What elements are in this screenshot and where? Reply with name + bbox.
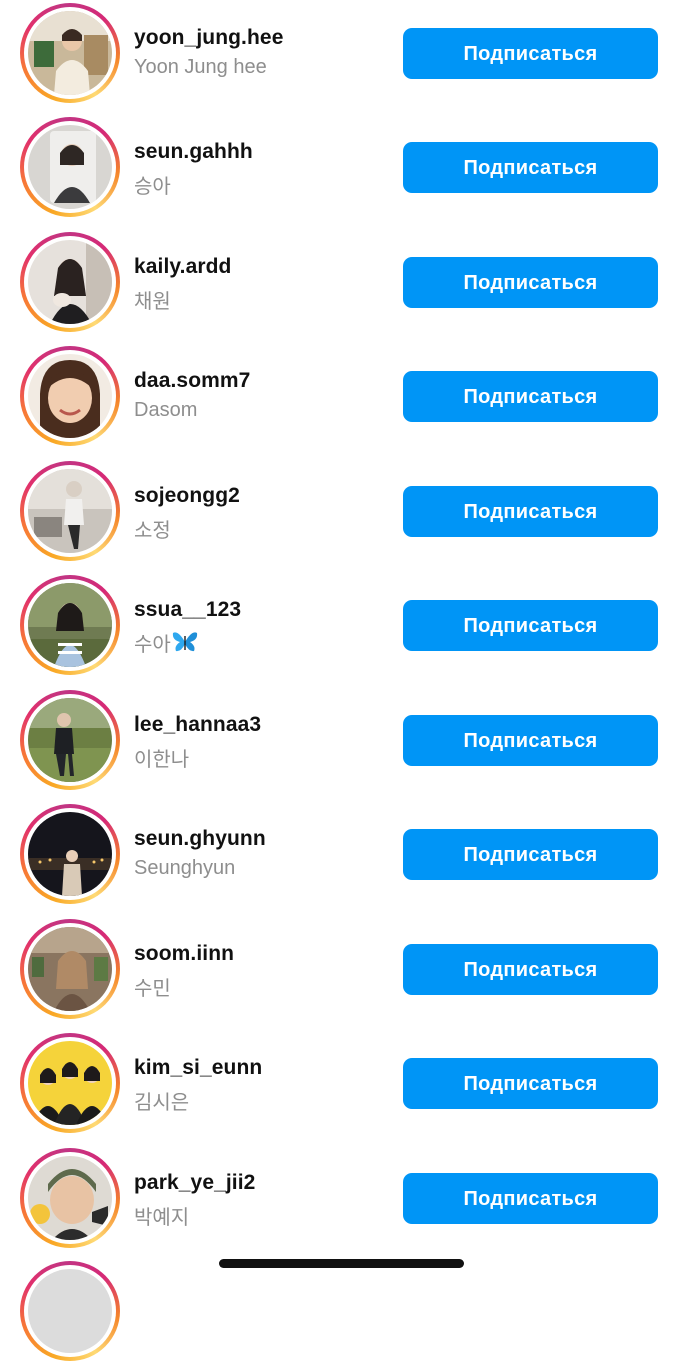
list-item[interactable]: seun.ghyunn Seunghyun Подписаться — [0, 801, 683, 915]
avatar[interactable] — [28, 354, 112, 438]
username[interactable]: yoon_jung.hee — [134, 26, 283, 50]
follow-button[interactable]: Подписаться — [403, 371, 658, 422]
follow-button[interactable]: Подписаться — [403, 1058, 658, 1109]
avatar[interactable] — [28, 583, 112, 667]
avatar[interactable] — [28, 1041, 112, 1125]
full-name: 소정 — [134, 520, 171, 542]
username[interactable]: soom.iinn — [134, 942, 234, 966]
full-name: 이한나 — [134, 749, 190, 771]
avatar[interactable] — [28, 1156, 112, 1240]
avatar[interactable] — [28, 698, 112, 782]
follow-button[interactable]: Подписаться — [403, 944, 658, 995]
list-item[interactable]: yoon_jung.hee Yoon Jung hee Подписаться — [0, 0, 683, 114]
username[interactable]: daa.somm7 — [134, 369, 250, 393]
avatar[interactable] — [28, 240, 112, 324]
avatar[interactable] — [28, 927, 112, 1011]
follow-button[interactable]: Подписаться — [403, 142, 658, 193]
story-ring[interactable] — [20, 3, 120, 103]
home-indicator[interactable] — [219, 1259, 464, 1268]
follow-button[interactable]: Подписаться — [403, 1173, 658, 1224]
full-name: 수아 — [134, 628, 198, 660]
story-ring[interactable] — [20, 1148, 120, 1248]
story-ring[interactable] — [20, 461, 120, 561]
list-item[interactable]: ssua__123 수아 Подписаться — [0, 572, 683, 686]
username[interactable]: seun.gahhh — [134, 140, 253, 164]
full-name: Yoon Jung hee — [134, 56, 267, 78]
full-name: 수민 — [134, 978, 171, 1000]
story-ring[interactable] — [20, 1261, 120, 1361]
list-item[interactable]: lee_hannaa3 이한나 Подписаться — [0, 687, 683, 801]
list-item[interactable]: park_ye_jii2 박예지 Подписаться — [0, 1145, 683, 1259]
full-name: Seunghyun — [134, 857, 236, 879]
username[interactable]: seun.ghyunn — [134, 827, 266, 851]
username[interactable]: sojeongg2 — [134, 484, 240, 508]
full-name: 승아 — [134, 176, 171, 198]
list-item[interactable]: sojeongg2 소정 Подписаться — [0, 458, 683, 572]
story-ring[interactable] — [20, 804, 120, 904]
avatar[interactable] — [28, 812, 112, 896]
story-ring[interactable] — [20, 575, 120, 675]
full-name: Dasom — [134, 399, 198, 421]
follow-button[interactable]: Подписаться — [403, 28, 658, 79]
full-name: 박예지 — [134, 1207, 190, 1229]
story-ring[interactable] — [20, 919, 120, 1019]
full-name: 채원 — [134, 291, 171, 313]
follow-button[interactable]: Подписаться — [403, 257, 658, 308]
list-item[interactable]: soom.iinn 수민 Подписаться — [0, 916, 683, 1030]
avatar[interactable] — [28, 125, 112, 209]
username[interactable]: kim_si_eunn — [134, 1056, 262, 1080]
avatar[interactable] — [28, 1269, 112, 1353]
list-item[interactable]: daa.somm7 Dasom Подписаться — [0, 343, 683, 457]
story-ring[interactable] — [20, 232, 120, 332]
story-ring[interactable] — [20, 346, 120, 446]
follow-button[interactable]: Подписаться — [403, 715, 658, 766]
follow-button[interactable]: Подписаться — [403, 600, 658, 651]
list-item[interactable]: seun.gahhh 승아 Подписаться — [0, 114, 683, 228]
full-name-text: 수아 — [134, 634, 171, 656]
username[interactable]: park_ye_jii2 — [134, 1171, 255, 1195]
full-name: 김시은 — [134, 1092, 190, 1114]
list-item[interactable]: kaily.ardd 채원 Подписаться — [0, 229, 683, 343]
username[interactable]: kaily.ardd — [134, 255, 232, 279]
follow-button[interactable]: Подписаться — [403, 829, 658, 880]
list-item[interactable]: kim_si_eunn 김시은 Подписаться — [0, 1030, 683, 1144]
follow-button[interactable]: Подписаться — [403, 486, 658, 537]
story-ring[interactable] — [20, 117, 120, 217]
story-ring[interactable] — [20, 690, 120, 790]
avatar[interactable] — [28, 11, 112, 95]
avatar[interactable] — [28, 469, 112, 553]
butterfly-icon — [172, 630, 198, 660]
username[interactable]: ssua__123 — [134, 598, 241, 622]
username[interactable]: lee_hannaa3 — [134, 713, 261, 737]
story-ring[interactable] — [20, 1033, 120, 1133]
